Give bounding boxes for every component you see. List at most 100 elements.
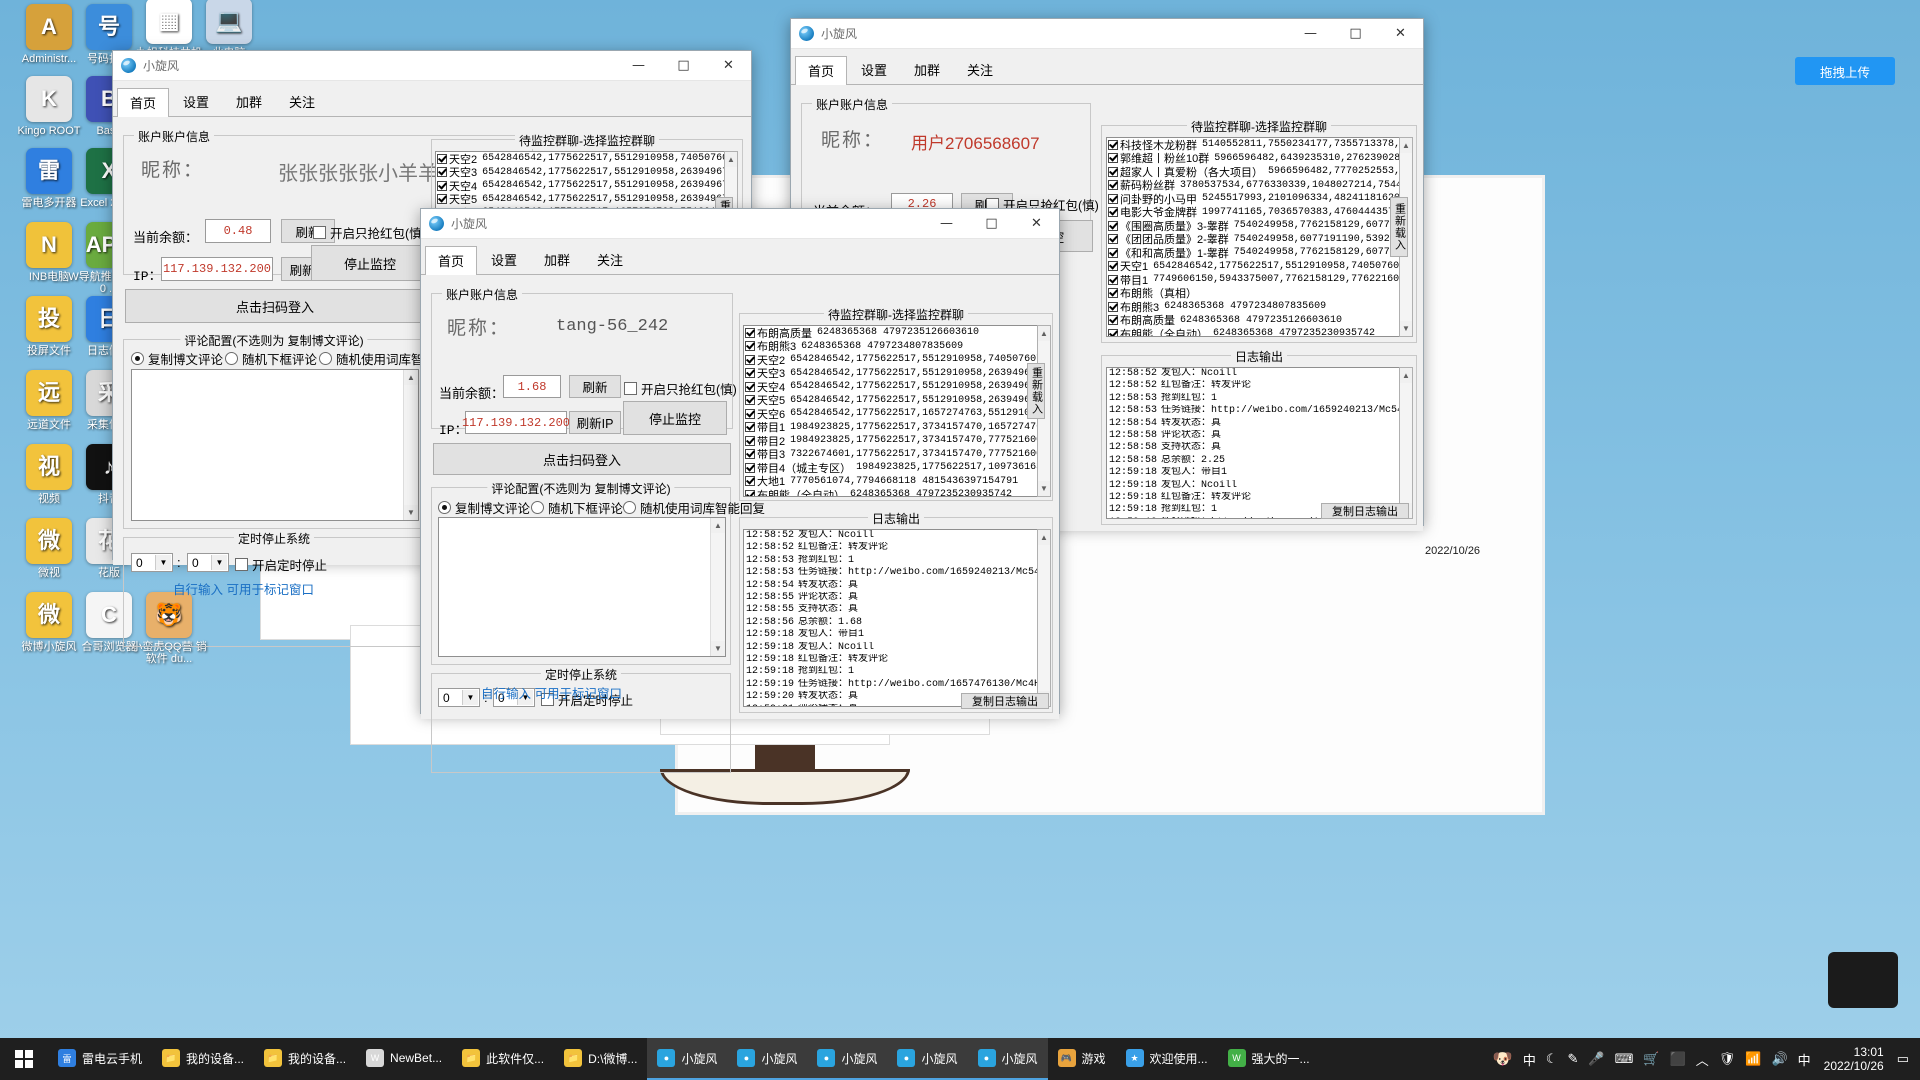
tab-settings[interactable]: 设置 bbox=[478, 245, 530, 274]
minimize-button[interactable]: — bbox=[1288, 19, 1333, 49]
log-scrollbar-right[interactable]: ▲ ▼ bbox=[1399, 367, 1413, 519]
radio-random-middle[interactable]: 随机下框评论 bbox=[531, 498, 623, 517]
taskbar-item-13[interactable]: ★ 欢迎使用... bbox=[1116, 1038, 1218, 1080]
timer-hour-select-middle[interactable]: 0 ▼ bbox=[438, 688, 480, 707]
group-checkbox[interactable] bbox=[1108, 166, 1118, 177]
balance-field-middle[interactable]: 1.68 bbox=[503, 375, 561, 398]
group-checkbox[interactable] bbox=[745, 489, 755, 496]
group-checkbox[interactable] bbox=[437, 180, 447, 191]
chevron-down-icon[interactable]: ▼ bbox=[211, 555, 227, 570]
scroll-down-arrow[interactable]: ▼ bbox=[1038, 481, 1050, 496]
taskbar-item-8[interactable]: ● 小旋风 bbox=[727, 1038, 808, 1080]
group-checkbox[interactable] bbox=[745, 354, 755, 365]
tab-home[interactable]: 首页 bbox=[425, 246, 478, 275]
group-list-item[interactable]: 带目2 1984923825,1775622517,3734157470,7775… bbox=[744, 434, 1048, 448]
ip-field-middle[interactable]: 117.139.132.200 bbox=[462, 411, 570, 434]
scroll-up-arrow[interactable]: ▲ bbox=[725, 152, 737, 167]
taskbar[interactable]: 雷雷电云手机 📁 我的设备... 📁 我的设备... W NewBet... 📁 此软件仅...… bbox=[0, 1038, 1920, 1080]
close-button[interactable]: ✕ bbox=[1014, 209, 1059, 239]
group-checkbox[interactable] bbox=[1108, 220, 1118, 231]
keyboard-icon[interactable]: ⌨ bbox=[1615, 1051, 1634, 1067]
ip-field-left[interactable]: 117.139.132.200 bbox=[161, 257, 273, 281]
timer-minute-select-left[interactable]: 0 ▼ bbox=[187, 553, 229, 572]
group-checkbox[interactable] bbox=[745, 435, 755, 446]
moon-icon[interactable]: ☾ bbox=[1546, 1051, 1558, 1067]
radio-random-left[interactable]: 随机下框评论 bbox=[225, 349, 317, 368]
shield-icon[interactable]: 🛡 bbox=[1719, 1051, 1736, 1067]
log-output-right[interactable]: 12:58:52 发包人：Ncoill 12:58:52 红包备注：转发评论 12:58… bbox=[1106, 367, 1412, 519]
taskbar-item-10[interactable]: ● 小旋风 bbox=[887, 1038, 968, 1080]
group-checkbox[interactable] bbox=[745, 476, 755, 487]
monitor-group-list-middle[interactable]: 布朗高质量 6248365368 4797235126603610 布朗熊3 6248… bbox=[743, 325, 1049, 497]
taskbar-item-11[interactable]: ● 小旋风 bbox=[967, 1038, 1048, 1080]
taskbar-item-3[interactable]: 📁 我的设备... bbox=[254, 1038, 356, 1080]
log-output-middle[interactable]: 12:58:52 发包人：Ncoill 12:58:52 红包备注：转发评论 12:58… bbox=[743, 529, 1049, 707]
group-list-item[interactable]: 布朗熊3 6248365368 4797234807835609 bbox=[744, 340, 1048, 353]
timer-enable-checkbox-left[interactable]: 开启定时停止 bbox=[235, 555, 327, 574]
taskbar-item-1[interactable]: 雷雷电云手机 bbox=[48, 1038, 152, 1080]
titlebar-middle[interactable]: 小旋风 — □ ✕ bbox=[421, 209, 1059, 239]
taskbar-item-6[interactable]: 📁 D:\微博... bbox=[554, 1038, 647, 1080]
scroll-up-arrow[interactable]: ▲ bbox=[1400, 138, 1412, 153]
group-checkbox[interactable] bbox=[745, 327, 755, 338]
tray-ime-label[interactable]: 中 bbox=[1798, 1050, 1811, 1069]
pen-icon[interactable]: ✎ bbox=[1567, 1051, 1578, 1067]
group-checkbox[interactable] bbox=[437, 194, 447, 205]
reload-button-right[interactable]: 重新载入 bbox=[1390, 197, 1408, 257]
scroll-down-arrow[interactable]: ▼ bbox=[404, 505, 418, 520]
group-checkbox[interactable] bbox=[1108, 234, 1118, 245]
radio-copy-post-left[interactable]: 复制博文评论 bbox=[131, 349, 223, 368]
tab-follow[interactable]: 关注 bbox=[276, 87, 328, 116]
window-xiaoxuanfeng-middle[interactable]: 小旋风 — □ ✕ 首页 设置 加群 关注 账户账户信息 昵称： tang-56… bbox=[420, 208, 1060, 773]
group-checkbox[interactable] bbox=[745, 368, 755, 379]
taskbar-item-12[interactable]: 🎮 游戏 bbox=[1048, 1038, 1116, 1080]
group-list-item[interactable]: 带目1 1984923825,1775622517,3734157470,1657… bbox=[744, 421, 1048, 434]
scroll-up-arrow[interactable]: ▲ bbox=[1400, 368, 1412, 383]
monitor-group-list-right[interactable]: 科技怪木龙粉群 5140552811,7550234177,7355713378,… bbox=[1106, 137, 1412, 337]
maximize-button[interactable]: □ bbox=[1333, 19, 1378, 49]
group-checkbox[interactable] bbox=[437, 167, 447, 178]
close-button[interactable]: ✕ bbox=[706, 51, 751, 81]
group-list-item[interactable]: 布朗熊（全自动） 6248365368 4797235230935742 bbox=[1107, 327, 1411, 336]
taskbar-item-5[interactable]: 📁 此软件仅... bbox=[452, 1038, 554, 1080]
taskbar-item-9[interactable]: ● 小旋风 bbox=[807, 1038, 888, 1080]
scroll-down-arrow[interactable]: ▼ bbox=[1400, 321, 1412, 336]
drag-upload-button[interactable]: 拖拽上传 bbox=[1795, 57, 1895, 85]
group-list-item[interactable]: 天空3 6542846542,1775622517,5512910958,2639… bbox=[436, 166, 736, 179]
tabbar-middle[interactable]: 首页 设置 加群 关注 bbox=[421, 239, 1059, 275]
scan-login-button-middle[interactable]: 点击扫码登入 bbox=[433, 443, 731, 475]
chevron-down-icon[interactable]: ▼ bbox=[462, 690, 478, 705]
group-checkbox[interactable] bbox=[745, 462, 755, 473]
group-checkbox[interactable] bbox=[1108, 301, 1118, 312]
network-icon[interactable]: 📶 bbox=[1745, 1051, 1761, 1067]
group-checkbox[interactable] bbox=[1108, 247, 1118, 258]
system-tray[interactable]: 🐶 中 ☾ ✎ 🎤 ⌨ 🛒 ⬛ ︿ 🛡 📶 🔊 中 13:01 2022/10/… bbox=[1488, 1038, 1920, 1080]
taskbar-item-2[interactable]: 📁 我的设备... bbox=[152, 1038, 254, 1080]
tab-join-group[interactable]: 加群 bbox=[223, 87, 275, 116]
titlebar-left[interactable]: 小旋风 — □ ✕ bbox=[113, 51, 751, 81]
group-list-item[interactable]: 天空2 6542846542,1775622517,5512910958,7405… bbox=[436, 152, 736, 166]
balance-field-left[interactable]: 0.48 bbox=[205, 219, 271, 243]
group-checkbox[interactable] bbox=[1108, 328, 1118, 336]
cart-icon[interactable]: 🛒 bbox=[1643, 1051, 1659, 1067]
group-checkbox[interactable] bbox=[1108, 274, 1118, 285]
tab-settings[interactable]: 设置 bbox=[170, 87, 222, 116]
taskbar-item-14[interactable]: W 强大的一... bbox=[1218, 1038, 1320, 1080]
group-checkbox[interactable] bbox=[745, 422, 755, 433]
maximize-button[interactable]: □ bbox=[969, 209, 1014, 239]
group-list-item[interactable]: 天空66542846542,1775622517,1657274763,5512… bbox=[744, 407, 1048, 421]
maximize-button[interactable]: □ bbox=[661, 51, 706, 81]
group-list-item[interactable]: 天空4 6542846542,1775622517,5512910958,2639… bbox=[436, 179, 736, 193]
group-checkbox[interactable] bbox=[1108, 207, 1118, 218]
log-scrollbar-middle[interactable]: ▲ ▼ bbox=[1037, 529, 1051, 707]
group-list-item[interactable]: 天空3 6542846542,1775622517,5512910958,2639… bbox=[744, 367, 1048, 380]
group-checkbox[interactable] bbox=[437, 153, 447, 164]
sogou-icon[interactable]: 🐶 bbox=[1493, 1049, 1513, 1069]
grab-only-checkbox-left[interactable]: 开启只抢红包(慎) bbox=[313, 223, 426, 242]
refresh-ip-button-middle[interactable]: 刷新IP bbox=[569, 411, 621, 434]
ime-cn-icon[interactable]: 中 bbox=[1523, 1050, 1536, 1069]
stop-monitor-button-middle[interactable]: 停止监控 bbox=[623, 401, 727, 435]
tab-home[interactable]: 首页 bbox=[117, 88, 170, 117]
tabbar-left[interactable]: 首页 设置 加群 关注 bbox=[113, 81, 751, 117]
group-checkbox[interactable] bbox=[1108, 315, 1118, 326]
